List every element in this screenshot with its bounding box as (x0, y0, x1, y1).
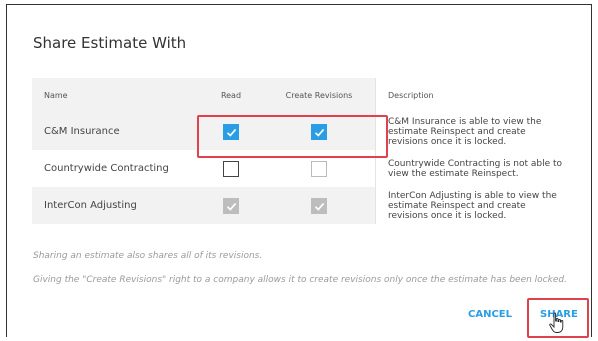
highlight-box-checkboxes (197, 115, 388, 158)
read-checkbox-unchecked[interactable] (223, 160, 239, 177)
checkmark-icon (226, 202, 237, 211)
header-description: Description (375, 78, 572, 113)
header-name: Name (32, 78, 199, 113)
company-name: InterCon Adjusting (32, 187, 199, 224)
read-checkbox-disabled (223, 197, 239, 214)
table-row: InterCon Adjusting InterCon Adjusting is… (32, 187, 572, 224)
hand-pointer-icon (549, 312, 564, 333)
company-description: C&M Insurance is able to view the estima… (375, 113, 572, 150)
create-revisions-checkbox-disabled (311, 160, 327, 177)
note-create-revisions-right: Giving the "Create Revisions" right to a… (33, 275, 567, 285)
dialog-title: Share Estimate With (33, 34, 187, 52)
checkmark-icon (314, 202, 325, 211)
cancel-button[interactable]: CANCEL (468, 309, 512, 320)
table-header-row: Name Read Create Revisions Description (32, 78, 572, 113)
header-create-revisions: Create Revisions (263, 78, 376, 113)
company-name: Countrywide Contracting (32, 150, 199, 187)
create-revisions-checkbox-disabled (311, 197, 327, 214)
company-name: C&M Insurance (32, 113, 199, 150)
company-description: InterCon Adjusting is able to view the e… (375, 187, 572, 224)
header-read: Read (199, 78, 263, 113)
note-revisions-shared: Sharing an estimate also shares all of i… (33, 251, 263, 261)
company-description: Countrywide Contracting is not able to v… (375, 150, 572, 187)
